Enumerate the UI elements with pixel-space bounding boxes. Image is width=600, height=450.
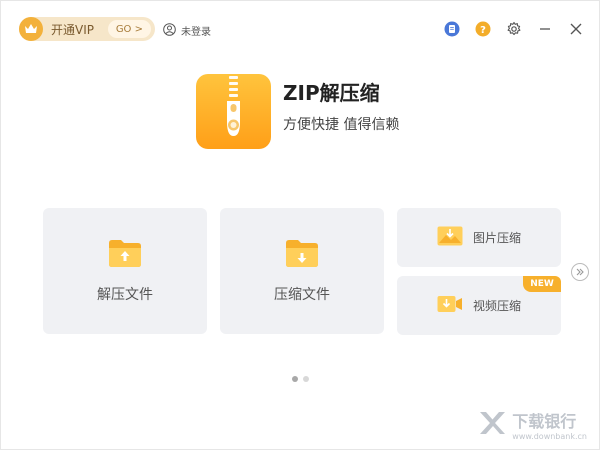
help-icon[interactable]: ? [474, 20, 492, 38]
next-page-chevron-icon[interactable] [571, 263, 589, 281]
vip-label: 开通VIP [51, 22, 94, 37]
vip-button[interactable]: 开通VIP GO > [19, 17, 155, 41]
app-title: ZIP解压缩 [283, 81, 380, 105]
new-badge: NEW [523, 276, 561, 292]
downbank-logo-icon [478, 410, 506, 440]
folder-upload-icon [108, 238, 142, 272]
minimize-icon[interactable] [536, 20, 554, 38]
vip-go-button[interactable]: GO > [107, 20, 151, 38]
image-compress-label: 图片压缩 [473, 231, 522, 245]
pagination-dot-1[interactable] [292, 376, 298, 382]
main-window: 开通VIP GO > 未登录 ? ZIP解压缩 方便快捷 值得信赖 解压文件 压… [0, 0, 600, 450]
video-compress-label: 视频压缩 [473, 299, 522, 313]
pagination-dot-2[interactable] [303, 376, 309, 382]
window-controls: ? [443, 20, 585, 38]
carousel-pagination [292, 376, 309, 382]
svg-text:?: ? [480, 25, 486, 36]
decompress-card[interactable]: 解压文件 [43, 208, 207, 334]
crown-icon [19, 17, 43, 41]
watermark-name: 下载银行 [512, 412, 577, 431]
brand-area: ZIP解压缩 方便快捷 值得信赖 [196, 74, 399, 149]
compress-card[interactable]: 压缩文件 [220, 208, 384, 334]
compress-label: 压缩文件 [274, 287, 330, 303]
downbank-watermark: 下载银行 www.downbank.cn [478, 408, 587, 441]
image-compress-card[interactable]: 图片压缩 [397, 208, 561, 267]
app-subtitle: 方便快捷 值得信赖 [283, 117, 400, 133]
user-icon [163, 21, 176, 40]
user-login[interactable]: 未登录 [163, 21, 211, 40]
settings-gear-icon[interactable] [505, 20, 523, 38]
document-icon[interactable] [443, 20, 461, 38]
close-icon[interactable] [567, 20, 585, 38]
folder-download-icon [285, 238, 319, 272]
image-compress-icon [437, 226, 463, 250]
decompress-label: 解压文件 [97, 287, 153, 303]
watermark-url: www.downbank.cn [512, 432, 587, 441]
user-status: 未登录 [181, 27, 211, 38]
zip-logo-icon [196, 74, 271, 149]
video-compress-icon [437, 294, 463, 318]
video-compress-card[interactable]: 视频压缩 NEW [397, 276, 561, 335]
